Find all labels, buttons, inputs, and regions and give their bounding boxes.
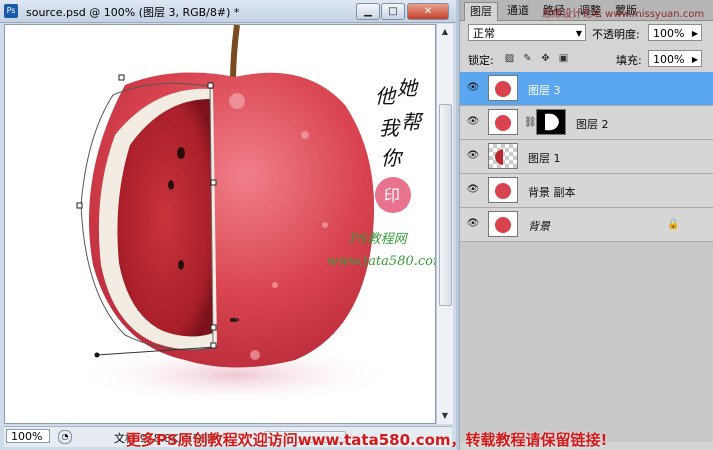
layer-row-layer2[interactable]: 👁 ⛓ 图层 2 [460,106,713,140]
chevron-down-icon: ▼ [575,29,582,38]
chevron-right-icon: ▶ [691,29,698,38]
chevron-right-icon: ▶ [691,55,698,64]
lock-transparent-icon[interactable]: ▨ [504,53,515,64]
layer-row-background-copy[interactable]: 👁 背景 副本 [460,174,713,208]
opacity-input[interactable]: 100% ▶ [648,24,702,41]
forum-watermark: 思缘设计论坛 www.missyuan.com [542,9,705,20]
bottom-watermark: 更多PS原创教程欢迎访问www.tata580.com，转载教程请保留链接! [126,431,608,449]
vertical-scrollbar[interactable]: ▲ ▼ [436,24,453,424]
fill-input[interactable]: 100% ▶ [648,50,702,67]
layer-name: 图层 1 [528,152,561,165]
layer-thumbnail [488,177,518,203]
layer-name: 图层 2 [576,118,609,131]
watermark-script-char: 她 [397,76,419,100]
scroll-thumb[interactable] [439,104,452,306]
water-drop [322,222,328,228]
mask-link-icon[interactable]: ⛓ [524,117,537,128]
bezier-handle-point[interactable] [94,352,100,358]
watermark-script-char: 我 [379,116,401,140]
melon-seed [178,260,184,270]
visibility-eye-icon[interactable]: 👁 [465,219,481,229]
image-canvas[interactable]: ✒ 他 她 我 帮 你 印 PS教程网 www.tata580.com [4,24,436,424]
layer-name: 背景 副本 [528,186,576,199]
photoshop-logo-icon: Ps [4,4,18,18]
minimize-button[interactable]: ▁ [356,3,380,20]
document-titlebar[interactable]: Ps source.psd @ 100% (图层 3, RGB/8#) * ▁ … [0,0,456,23]
layers-panel: 图层 通道 路径 调整 蒙版 思缘设计论坛 www.missyuan.com 正… [459,0,713,450]
layer-mask-thumbnail[interactable] [536,109,566,135]
watermark-script-char: 你 [381,146,404,170]
layers-list: 👁 图层 3 👁 ⛓ 图层 2 👁 图层 1 👁 背景 副本 👁 背景 🔒 [460,72,713,442]
layer-row-layer3[interactable]: 👁 图层 3 [460,72,713,106]
melon-seed [177,147,185,159]
tab-layers[interactable]: 图层 [464,2,498,21]
apple-artwork: ✒ 他 她 我 帮 你 印 PS教程网 www.tata580.com [5,25,436,423]
lock-brush-icon[interactable]: ✎ [522,53,533,64]
fill-value: 100% [653,53,685,66]
lock-move-icon[interactable]: ✥ [540,53,551,64]
layer-thumbnail [488,75,518,101]
document-title: source.psd @ 100% (图层 3, RGB/8#) * [26,6,240,19]
lock-label: 锁定: [468,54,494,67]
visibility-eye-icon[interactable]: 👁 [465,117,481,127]
anchor-point[interactable] [207,82,214,89]
scroll-up-icon[interactable]: ▲ [437,24,453,40]
visibility-eye-icon[interactable]: 👁 [465,83,481,93]
layer-row-layer1[interactable]: 👁 图层 1 [460,140,713,174]
layer-thumbnail [488,211,518,237]
maximize-button[interactable]: □ [381,3,405,20]
anchor-point[interactable] [210,179,217,186]
visibility-eye-icon[interactable]: 👁 [465,151,481,161]
blend-row: 正常 ▼ 不透明度: 100% ▶ [460,22,713,44]
layer-row-background[interactable]: 👁 背景 🔒 [460,208,713,242]
lock-icon: 🔒 [667,219,680,230]
water-drop [272,282,278,288]
layer-name: 图层 3 [528,84,561,97]
site-title-text: PS教程网 [349,232,409,247]
lock-row: 锁定: ▨ ✎ ✥ ▣ 填充: 100% ▶ [460,48,713,70]
opacity-label: 不透明度: [592,28,640,41]
water-drop [250,350,260,360]
tab-channels[interactable]: 通道 [502,2,534,20]
layer-name: 背景 [528,220,550,233]
water-drop [301,131,309,139]
layer-thumbnail [488,109,518,135]
layer-thumbnail [488,143,518,169]
visibility-eye-icon[interactable]: 👁 [465,185,481,195]
lock-all-icon[interactable]: ▣ [558,53,569,64]
anchor-point[interactable] [210,324,217,331]
scroll-down-icon[interactable]: ▼ [437,408,453,424]
document-window: Ps source.psd @ 100% (图层 3, RGB/8#) * ▁ … [0,0,456,450]
anchor-point[interactable] [76,202,83,209]
close-button[interactable]: ✕ [407,3,449,20]
seal-text: 印 [384,186,400,205]
anchor-point[interactable] [210,342,217,349]
opacity-value: 100% [653,27,685,40]
watermark-script-char: 帮 [401,110,424,134]
site-url-text: www.tata580.com [327,254,436,269]
fill-label: 填充: [616,54,642,67]
status-menu-icon[interactable]: ◔ [58,430,72,444]
blend-mode-value: 正常 [473,27,495,40]
watermark-script-char: 他 [375,84,397,108]
anchor-point[interactable] [118,74,125,81]
zoom-input[interactable]: 100% [6,429,50,443]
blend-mode-select[interactable]: 正常 ▼ [468,24,586,41]
water-drop [229,93,245,109]
melon-seed [168,180,174,190]
pen-cursor-icon: ✒ [229,313,241,329]
